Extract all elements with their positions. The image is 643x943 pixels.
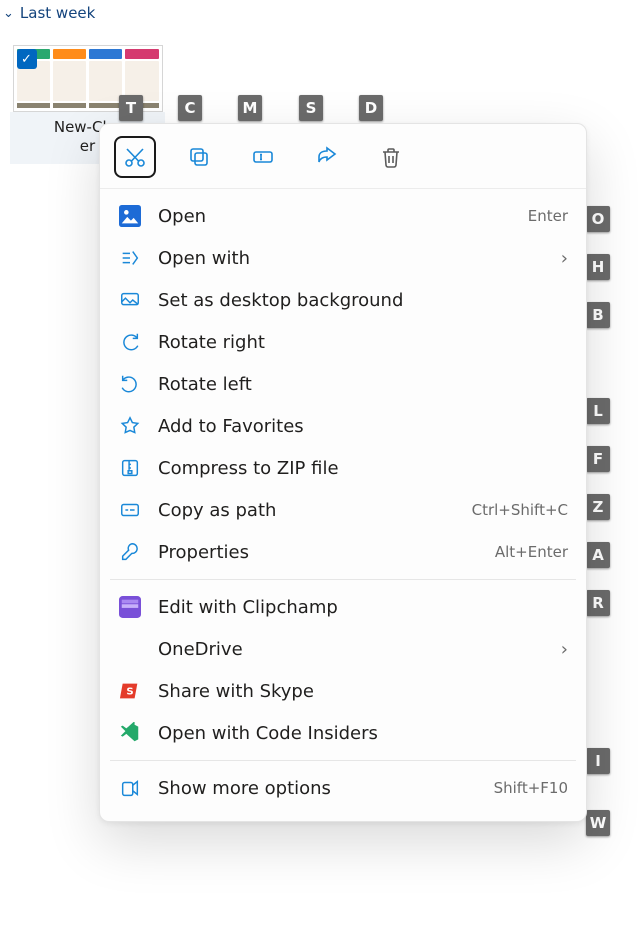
- cut-button[interactable]: [114, 136, 156, 178]
- menu-copy-path[interactable]: Copy as path Ctrl+Shift+C: [100, 489, 586, 531]
- menu-shortcut: Shift+F10: [494, 779, 568, 797]
- keyhint: S: [299, 95, 323, 121]
- keyhint: I: [586, 748, 610, 774]
- rename-button[interactable]: [242, 136, 284, 178]
- keyhint: L: [586, 398, 610, 424]
- copy-button[interactable]: [178, 136, 220, 178]
- menu-label: Copy as path: [158, 500, 456, 521]
- menu-show-more[interactable]: Show more options Shift+F10: [100, 767, 586, 809]
- keyhint: C: [178, 95, 202, 121]
- menu-vscode-insiders[interactable]: Open with Code Insiders: [100, 712, 586, 754]
- keyhint: R: [586, 590, 610, 616]
- menu-label: OneDrive: [158, 639, 545, 660]
- menu-label: Rotate left: [158, 374, 568, 395]
- keyhint: W: [586, 810, 610, 836]
- zip-icon: [118, 456, 142, 480]
- photo-app-icon: [118, 204, 142, 228]
- menu-label: Properties: [158, 542, 479, 563]
- skype-icon: S: [118, 679, 142, 703]
- separator: [110, 579, 576, 580]
- menu-rotate-right[interactable]: Rotate right: [100, 321, 586, 363]
- keyhint: A: [586, 542, 610, 568]
- open-with-icon: [118, 246, 142, 270]
- menu-set-background[interactable]: Set as desktop background: [100, 279, 586, 321]
- desktop-bg-icon: [118, 288, 142, 312]
- menu-skype[interactable]: S Share with Skype: [100, 670, 586, 712]
- menu-label: Rotate right: [158, 332, 568, 353]
- menu-add-favorites[interactable]: Add to Favorites: [100, 405, 586, 447]
- keyhint: M: [238, 95, 262, 121]
- star-icon: [118, 414, 142, 438]
- keyhint: F: [586, 446, 610, 472]
- keyhint: Z: [586, 494, 610, 520]
- chevron-down-icon: ⌄: [3, 6, 14, 21]
- menu-label: Open: [158, 206, 512, 227]
- menu-label: Open with Code Insiders: [158, 723, 568, 744]
- share-button[interactable]: [306, 136, 348, 178]
- menu-shortcut: Alt+Enter: [495, 543, 568, 561]
- group-header[interactable]: ⌄ Last week: [0, 0, 643, 26]
- chevron-right-icon: ›: [561, 639, 568, 660]
- menu-shortcut: Ctrl+Shift+C: [472, 501, 568, 519]
- menu-label: Open with: [158, 248, 545, 269]
- delete-button[interactable]: [370, 136, 412, 178]
- keyhint: O: [586, 206, 610, 232]
- rotate-left-icon: [118, 372, 142, 396]
- wrench-icon: [118, 540, 142, 564]
- menu-shortcut: Enter: [528, 207, 568, 225]
- menu-label: Add to Favorites: [158, 416, 568, 437]
- rotate-right-icon: [118, 330, 142, 354]
- separator: [110, 760, 576, 761]
- menu-properties[interactable]: Properties Alt+Enter: [100, 531, 586, 573]
- menu-compress-zip[interactable]: Compress to ZIP file: [100, 447, 586, 489]
- keyhint: D: [359, 95, 383, 121]
- selected-check-icon: ✓: [17, 49, 37, 69]
- menu-label: Edit with Clipchamp: [158, 597, 568, 618]
- menu-label: Show more options: [158, 778, 478, 799]
- menu-open[interactable]: Open Enter: [100, 195, 586, 237]
- copy-path-icon: [118, 498, 142, 522]
- context-menu: Open Enter Open with › Set as desktop ba…: [99, 123, 587, 822]
- group-label: Last week: [20, 4, 95, 22]
- menu-open-with[interactable]: Open with ›: [100, 237, 586, 279]
- menu-rotate-left[interactable]: Rotate left: [100, 363, 586, 405]
- keyhint: H: [586, 254, 610, 280]
- keyhint: B: [586, 302, 610, 328]
- menu-label: Share with Skype: [158, 681, 568, 702]
- keyhint: T: [119, 95, 143, 121]
- context-toolbar: [100, 130, 586, 189]
- menu-onedrive[interactable]: OneDrive ›: [100, 628, 586, 670]
- chevron-right-icon: ›: [561, 248, 568, 269]
- more-options-icon: [118, 776, 142, 800]
- menu-label: Compress to ZIP file: [158, 458, 568, 479]
- vscode-insiders-icon: [118, 721, 142, 745]
- menu-label: Set as desktop background: [158, 290, 568, 311]
- blank-icon: [118, 637, 142, 661]
- svg-text:S: S: [126, 687, 133, 698]
- clipchamp-icon: [118, 595, 142, 619]
- menu-clipchamp[interactable]: Edit with Clipchamp: [100, 586, 586, 628]
